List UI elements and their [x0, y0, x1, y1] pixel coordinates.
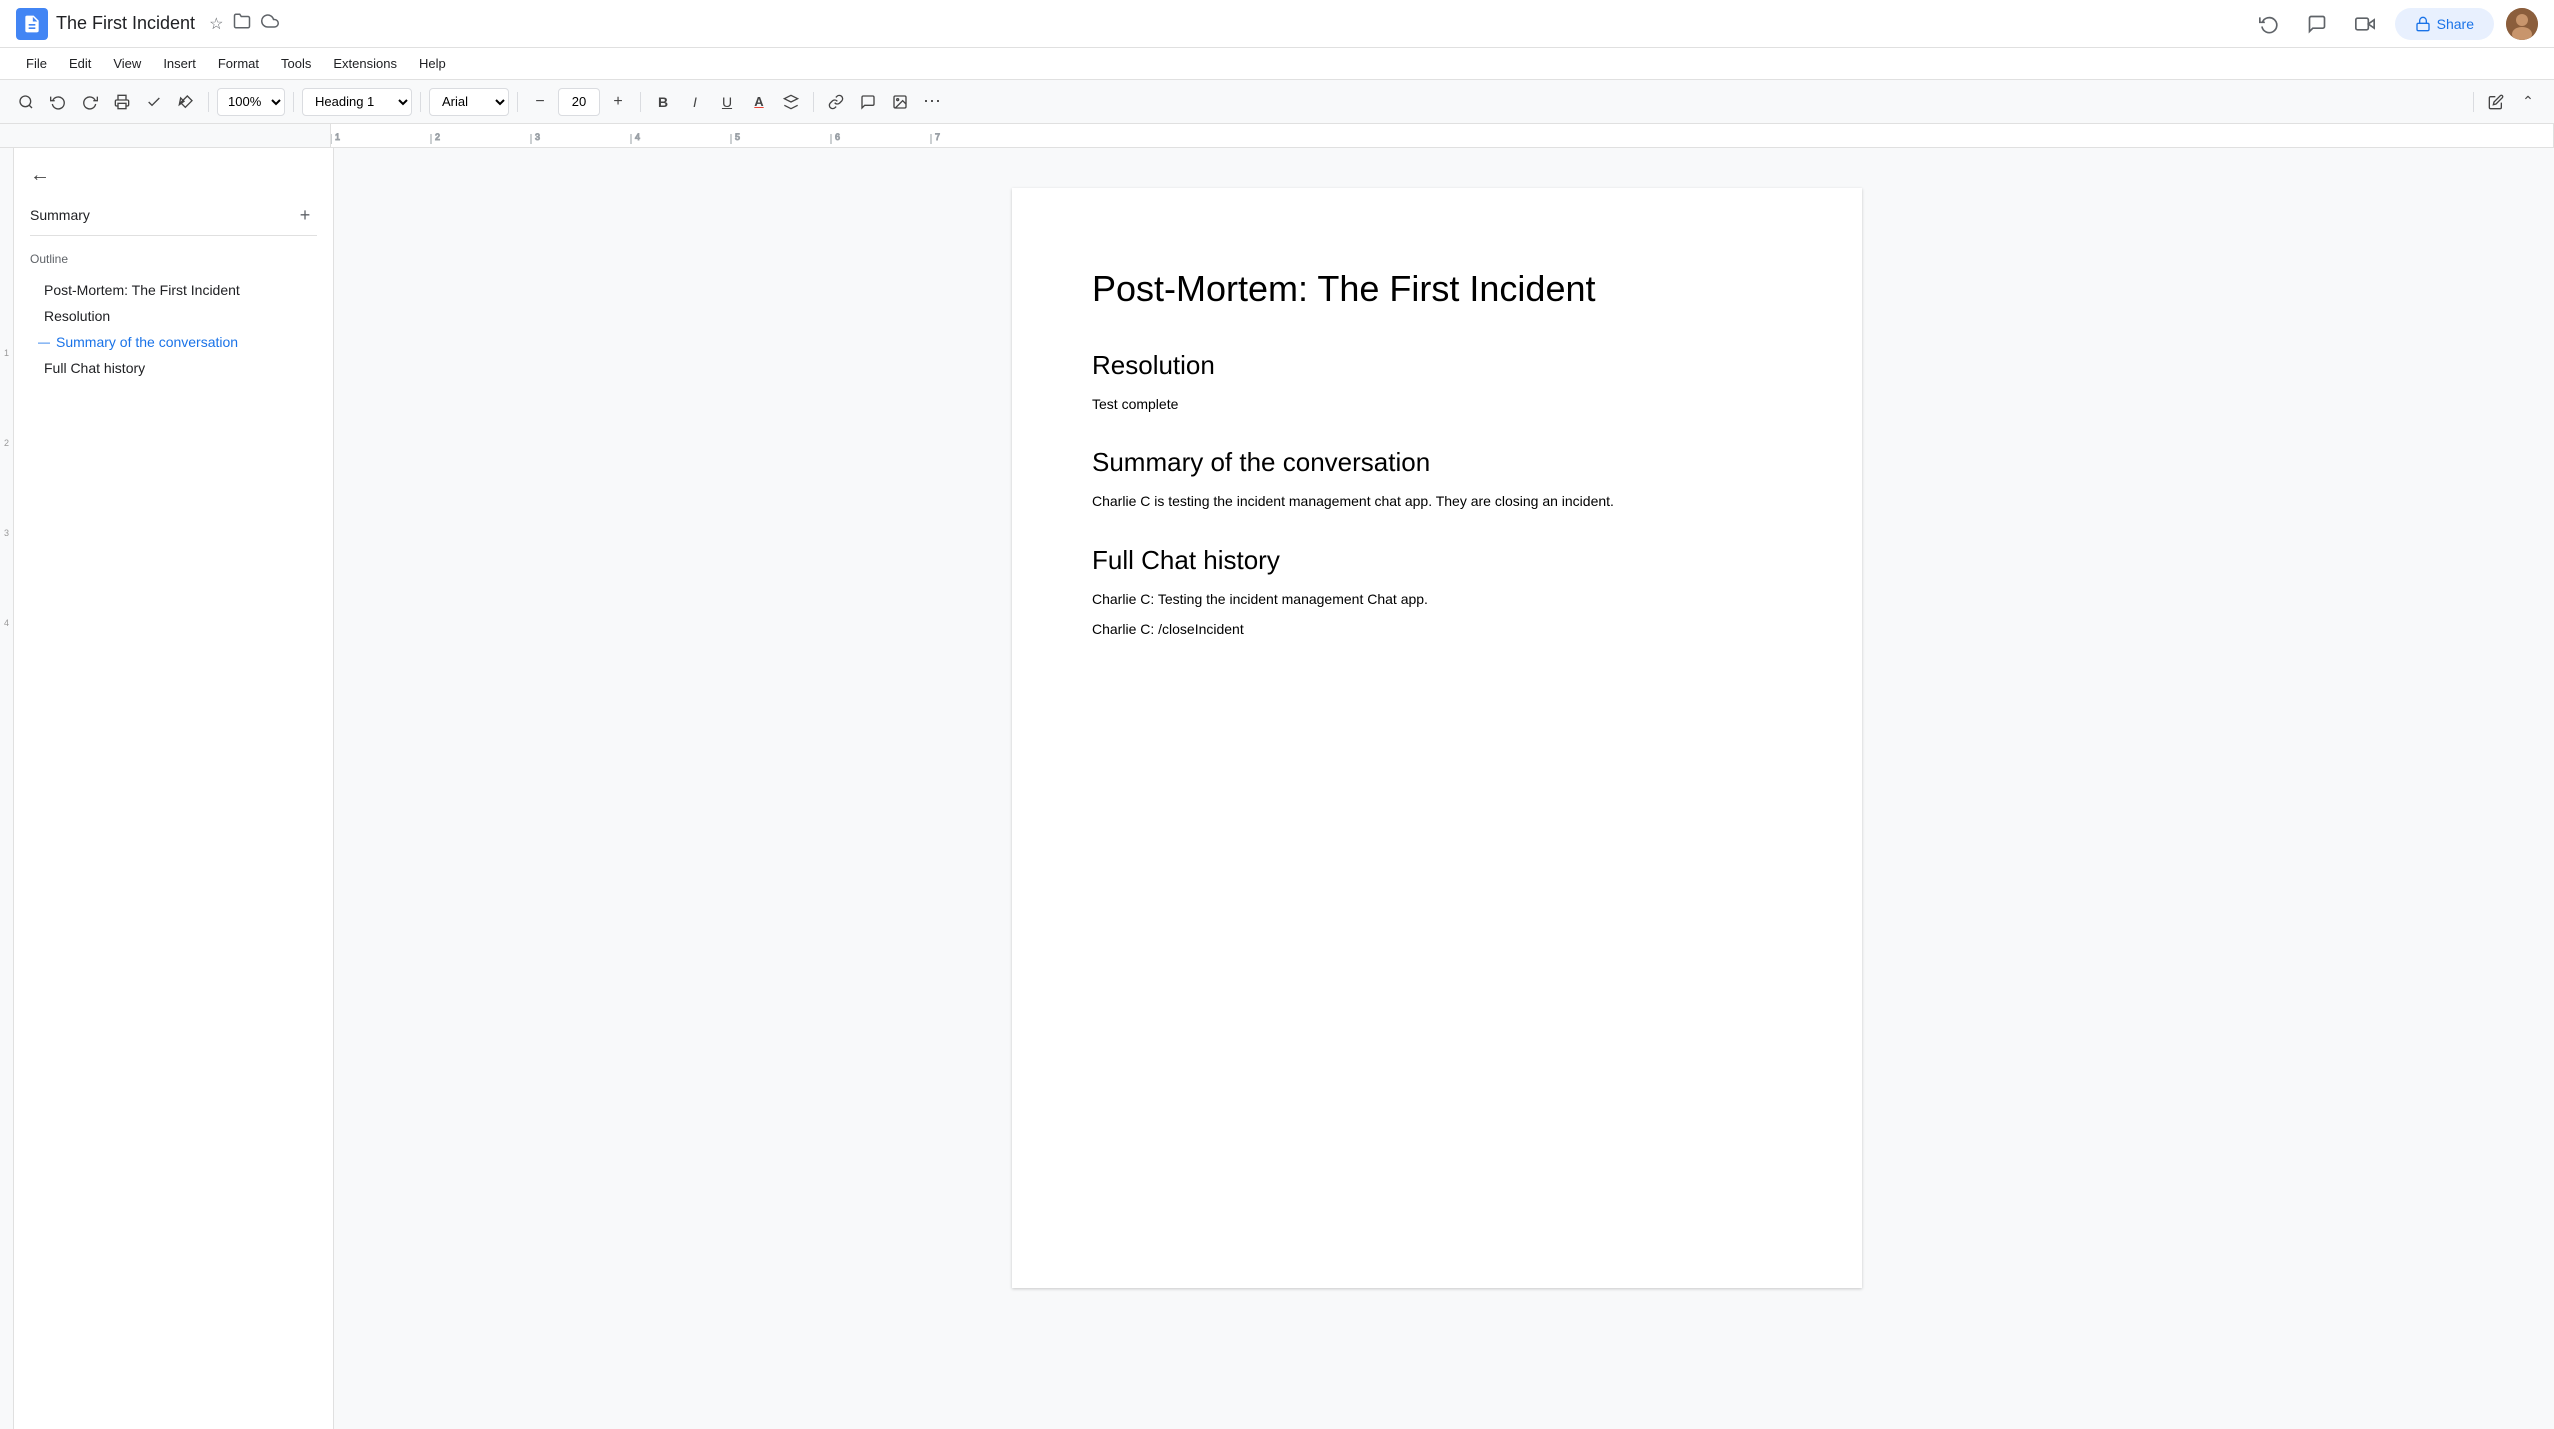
menu-edit[interactable]: Edit — [59, 52, 101, 75]
redo-button[interactable] — [76, 88, 104, 116]
section-body-1-0[interactable]: Charlie C is testing the incident manage… — [1092, 490, 1782, 512]
page-num-2: 2 — [4, 438, 9, 448]
print-button[interactable] — [108, 88, 136, 116]
menu-view[interactable]: View — [103, 52, 151, 75]
svg-text:7: 7 — [935, 132, 940, 142]
bold-button[interactable]: B — [649, 88, 677, 116]
toolbar-right: ⌃ — [2469, 88, 2542, 116]
ruler: 1 2 3 4 5 6 7 — [0, 124, 2554, 148]
outline-item-2[interactable]: — Summary of the conversation — [30, 330, 317, 354]
search-button[interactable] — [12, 88, 40, 116]
spellcheck-button[interactable] — [140, 88, 168, 116]
sidebar-add-button[interactable]: + — [293, 203, 317, 227]
font-size-decrease[interactable]: − — [526, 88, 554, 116]
sidebar-divider — [30, 235, 317, 236]
sidebar-summary-row: Summary + — [30, 203, 317, 227]
sidebar-outline-label: Outline — [30, 252, 317, 266]
collapse-button[interactable]: ⌃ — [2514, 88, 2542, 116]
outline-item-0[interactable]: Post-Mortem: The First Incident — [30, 278, 317, 302]
undo-button[interactable] — [44, 88, 72, 116]
toolbar-sep-right — [2473, 92, 2474, 112]
outline-item-label-0: Post-Mortem: The First Incident — [44, 282, 240, 298]
section-heading-0[interactable]: Resolution — [1092, 350, 1782, 381]
comments-icon[interactable] — [2299, 6, 2335, 42]
menu-tools[interactable]: Tools — [271, 52, 321, 75]
title-bar: The First Incident ☆ Share — [0, 0, 2554, 48]
link-button[interactable] — [822, 88, 850, 116]
menu-bar: File Edit View Insert Format Tools Exten… — [0, 48, 2554, 80]
share-button[interactable]: Share — [2395, 8, 2494, 40]
document-page[interactable]: Post-Mortem: The First Incident Resoluti… — [1012, 188, 1862, 1288]
back-button[interactable]: ← — [30, 164, 50, 187]
menu-file[interactable]: File — [16, 52, 57, 75]
toolbar-sep-3 — [420, 92, 421, 112]
edit-mode-button[interactable] — [2482, 88, 2510, 116]
toolbar-sep-1 — [208, 92, 209, 112]
toolbar-sep-5 — [640, 92, 641, 112]
menu-format[interactable]: Format — [208, 52, 269, 75]
font-size-input[interactable] — [558, 88, 600, 116]
paint-format-button[interactable] — [172, 88, 200, 116]
svg-text:6: 6 — [835, 132, 840, 142]
section-heading-1[interactable]: Summary of the conversation — [1092, 447, 1782, 478]
page-num-3: 3 — [4, 528, 9, 538]
menu-insert[interactable]: Insert — [153, 52, 206, 75]
left-margin: 1 2 3 4 — [0, 148, 14, 1429]
text-color-button[interactable]: A — [745, 88, 773, 116]
section-body-0-0[interactable]: Test complete — [1092, 393, 1782, 415]
font-size-increase[interactable]: + — [604, 88, 632, 116]
svg-text:1: 1 — [335, 132, 340, 142]
outline-list: Post-Mortem: The First Incident Resoluti… — [30, 278, 317, 380]
ruler-inner: 1 2 3 4 5 6 7 — [330, 124, 2554, 147]
doc-icon — [16, 8, 48, 40]
section-body-2-0[interactable]: Charlie C: Testing the incident manageme… — [1092, 588, 1782, 610]
outline-item-label-3: Full Chat history — [44, 360, 145, 376]
share-label: Share — [2437, 16, 2474, 32]
toolbar: 100% Heading 1 Arial − + B I U A ⋯ ⌃ — [0, 80, 2554, 124]
page-num-1: 1 — [4, 348, 9, 358]
more-button[interactable]: ⋯ — [918, 88, 946, 116]
svg-text:2: 2 — [435, 132, 440, 142]
outline-item-1[interactable]: Resolution — [30, 304, 317, 328]
page-num-4: 4 — [4, 618, 9, 628]
sidebar-summary-label: Summary — [30, 207, 90, 223]
image-button[interactable] — [886, 88, 914, 116]
svg-text:3: 3 — [535, 132, 540, 142]
svg-text:5: 5 — [735, 132, 740, 142]
highlight-button[interactable] — [777, 88, 805, 116]
cloud-icon[interactable] — [259, 10, 281, 37]
title-bar-right: Share — [2251, 6, 2538, 42]
toolbar-sep-4 — [517, 92, 518, 112]
right-panel — [2540, 148, 2554, 1429]
outline-item-label-2: Summary of the conversation — [56, 334, 238, 350]
svg-text:4: 4 — [635, 132, 640, 142]
folder-icon[interactable] — [231, 10, 253, 37]
underline-button[interactable]: U — [713, 88, 741, 116]
doc-title: The First Incident — [56, 13, 195, 34]
toolbar-sep-2 — [293, 92, 294, 112]
outline-item-label-1: Resolution — [44, 308, 110, 324]
avatar[interactable] — [2506, 8, 2538, 40]
main-layout: 1 2 3 4 ← Summary + Outline Post-Mortem:… — [0, 148, 2554, 1429]
zoom-select[interactable]: 100% — [217, 88, 285, 116]
doc-area[interactable]: Post-Mortem: The First Incident Resoluti… — [334, 148, 2540, 1429]
sidebar: ← Summary + Outline Post-Mortem: The Fir… — [14, 148, 334, 1429]
title-bar-icons: ☆ — [207, 10, 281, 37]
doc-main-title[interactable]: Post-Mortem: The First Incident — [1092, 268, 1782, 310]
style-select[interactable]: Heading 1 — [302, 88, 412, 116]
history-icon[interactable] — [2251, 6, 2287, 42]
star-icon[interactable]: ☆ — [207, 12, 225, 36]
italic-button[interactable]: I — [681, 88, 709, 116]
outline-item-3[interactable]: Full Chat history — [30, 356, 317, 380]
comment-button[interactable] — [854, 88, 882, 116]
menu-extensions[interactable]: Extensions — [323, 52, 407, 75]
video-icon[interactable] — [2347, 6, 2383, 42]
section-body-2-1[interactable]: Charlie C: /closeIncident — [1092, 618, 1782, 640]
outline-dash-2: — — [38, 335, 50, 349]
section-heading-2[interactable]: Full Chat history — [1092, 545, 1782, 576]
menu-help[interactable]: Help — [409, 52, 456, 75]
toolbar-sep-6 — [813, 92, 814, 112]
font-select[interactable]: Arial — [429, 88, 509, 116]
